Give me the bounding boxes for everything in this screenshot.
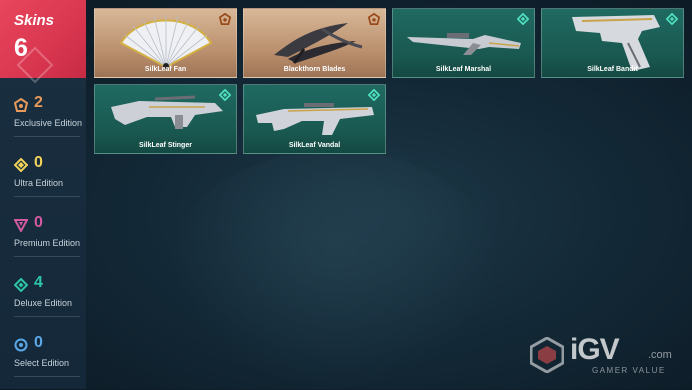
edition-count: 0	[34, 214, 43, 231]
igv-logo-icon	[530, 337, 564, 373]
premium-edition-icon	[14, 219, 28, 232]
exclusive-edition-icon	[14, 98, 28, 112]
deluxe-edition-icon	[14, 278, 28, 292]
divider	[14, 316, 80, 317]
edition-label: Premium Edition	[14, 238, 81, 248]
edition-deluxe[interactable]: 4 Deluxe Edition	[0, 272, 86, 330]
skin-name: SilkLeaf Vandal	[288, 142, 341, 149]
skin-name: SilkLeaf Bandit	[587, 66, 638, 73]
edition-label: Deluxe Edition	[14, 298, 73, 308]
divider	[14, 376, 80, 377]
skins-header: Skins 6	[0, 0, 86, 84]
watermark-brand: iGV	[570, 333, 620, 366]
edition-count: 4	[34, 274, 43, 291]
edition-count: 0	[34, 334, 43, 351]
skin-name: SilkLeaf Marshal	[435, 66, 492, 73]
skin-card-silkleaf-marshal[interactable]: SilkLeaf Marshal	[392, 8, 535, 78]
skin-card-silkleaf-stinger[interactable]: SilkLeaf Stinger	[94, 84, 237, 154]
edition-exclusive[interactable]: 2 Exclusive Edition	[0, 92, 86, 150]
deluxe-edition-icon	[666, 13, 678, 25]
edition-count: 2	[34, 94, 43, 111]
exclusive-edition-icon	[219, 13, 231, 25]
skin-name: SilkLeaf Fan	[144, 66, 187, 73]
background-art	[170, 150, 500, 390]
skin-card-silkleaf-fan[interactable]: SilkLeaf Fan	[94, 8, 237, 78]
divider	[14, 196, 80, 197]
skin-name: SilkLeaf Stinger	[139, 142, 192, 149]
sidebar: Skins 6 2 Exclusive Edition 0 Ultra Edit…	[0, 0, 86, 389]
skin-name: Blackthorn Blades	[283, 66, 346, 73]
edition-label: Select Edition	[14, 358, 70, 368]
edition-premium[interactable]: 0 Premium Edition	[0, 212, 86, 270]
skin-card-blackthorn-blades[interactable]: Blackthorn Blades	[243, 8, 386, 78]
exclusive-edition-icon	[368, 13, 380, 25]
edition-label: Ultra Edition	[14, 178, 64, 188]
igv-watermark: iGV .com GAMER VALUE	[530, 333, 680, 379]
divider	[14, 136, 80, 137]
edition-select[interactable]: 0 Select Edition	[0, 332, 86, 390]
skin-card-silkleaf-bandit[interactable]: SilkLeaf Bandit	[541, 8, 684, 78]
deluxe-edition-icon	[368, 89, 380, 101]
watermark-suffix: .com	[648, 349, 672, 361]
edition-ultra[interactable]: 0 Ultra Edition	[0, 152, 86, 210]
skin-card-silkleaf-vandal[interactable]: SilkLeaf Vandal	[243, 84, 386, 154]
skins-title: Skins	[14, 12, 55, 29]
edition-count: 0	[34, 154, 43, 171]
deluxe-edition-icon	[219, 89, 231, 101]
select-edition-icon	[14, 338, 28, 352]
ultra-edition-icon	[14, 158, 28, 172]
divider	[14, 256, 80, 257]
watermark-tagline: GAMER VALUE	[592, 366, 666, 375]
deluxe-edition-icon	[517, 13, 529, 25]
edition-label: Exclusive Edition	[14, 118, 83, 128]
